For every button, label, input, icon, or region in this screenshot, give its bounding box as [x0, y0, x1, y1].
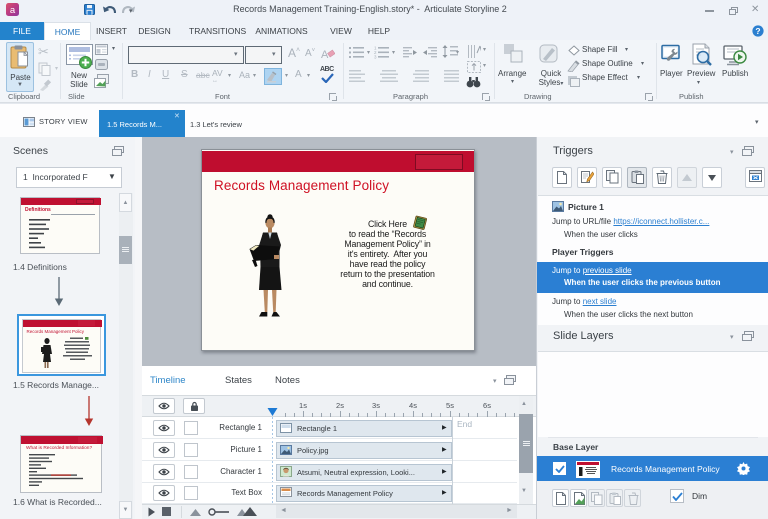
svg-text:6s: 6s — [483, 401, 491, 410]
svg-text:2s: 2s — [336, 401, 344, 410]
svg-text:?: ? — [755, 26, 760, 36]
svg-text:5s: 5s — [446, 401, 454, 410]
svg-text:3s: 3s — [372, 401, 380, 410]
svg-text:4s: 4s — [409, 401, 417, 410]
svg-text:a: a — [10, 5, 16, 16]
svg-text:A: A — [321, 49, 329, 60]
svg-text:1s: 1s — [299, 401, 307, 410]
svg-text:3: 3 — [374, 55, 377, 60]
